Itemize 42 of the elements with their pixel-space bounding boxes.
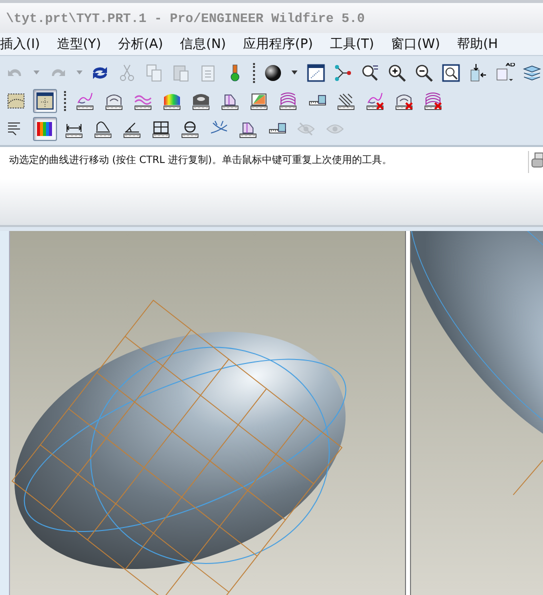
- window-title: \tyt.prt\TYT.PRT.1 - Pro/ENGINEER Wildfire 5.0: [6, 10, 365, 26]
- status-message: 动选定的曲线进行移动 (按住 CTRL 进行复制)。单击鼠标中键可重复上次使用的工具。: [9, 154, 392, 167]
- circle-ruler-icon: [180, 118, 200, 138]
- menu-item[interactable]: 工具(T): [330, 35, 374, 53]
- toolbar-button[interactable]: [33, 116, 57, 140]
- curve-ruler-icon: [75, 90, 95, 110]
- window-icon: [306, 62, 326, 82]
- import-icon: [468, 62, 488, 82]
- menu-item[interactable]: 帮助(H: [457, 35, 498, 53]
- ab-label-icon: [495, 62, 516, 82]
- hatched-ruler-icon: [336, 90, 356, 110]
- profile-ruler-icon: [93, 118, 113, 138]
- refit-icon: [441, 62, 462, 82]
- sphere-icon: [263, 62, 284, 82]
- map-icon: [6, 90, 26, 110]
- grid-ruler-icon: [151, 118, 171, 138]
- menu-item[interactable]: 信息(N): [180, 35, 226, 53]
- toolbar-button[interactable]: [33, 88, 57, 112]
- caret-icon: [291, 70, 298, 75]
- copy-icon: [144, 62, 164, 82]
- magnifier-arrows-icon: [360, 62, 380, 82]
- ruler-disk-icon: [268, 123, 286, 134]
- caret-icon: [32, 70, 40, 75]
- zoom-in-icon: [387, 62, 408, 82]
- menu-item[interactable]: 应用程序(P): [243, 35, 313, 53]
- arcs-ruler-icon: [278, 90, 298, 110]
- color-fan-ruler-icon: [249, 90, 269, 110]
- model-viewport[interactable]: [411, 231, 543, 595]
- menu-item[interactable]: 窗口(W): [391, 35, 440, 53]
- menu-item[interactable]: 分析(A): [118, 35, 164, 53]
- arcs-delete-icon: [423, 90, 443, 110]
- layers-icon: [522, 62, 542, 82]
- model-viewport[interactable]: [10, 231, 405, 595]
- frame-icon: [35, 90, 55, 110]
- caret-icon: [76, 70, 82, 75]
- ruler-disk-icon: [308, 95, 326, 106]
- branch-icon: [333, 62, 354, 82]
- curve-delete-icon: [365, 90, 385, 110]
- zoom-out-icon: [414, 62, 434, 82]
- menu-item[interactable]: 造型(Y): [56, 35, 102, 53]
- menu-item[interactable]: 插入(I): [0, 35, 40, 53]
- clipboard-icon: [171, 62, 192, 82]
